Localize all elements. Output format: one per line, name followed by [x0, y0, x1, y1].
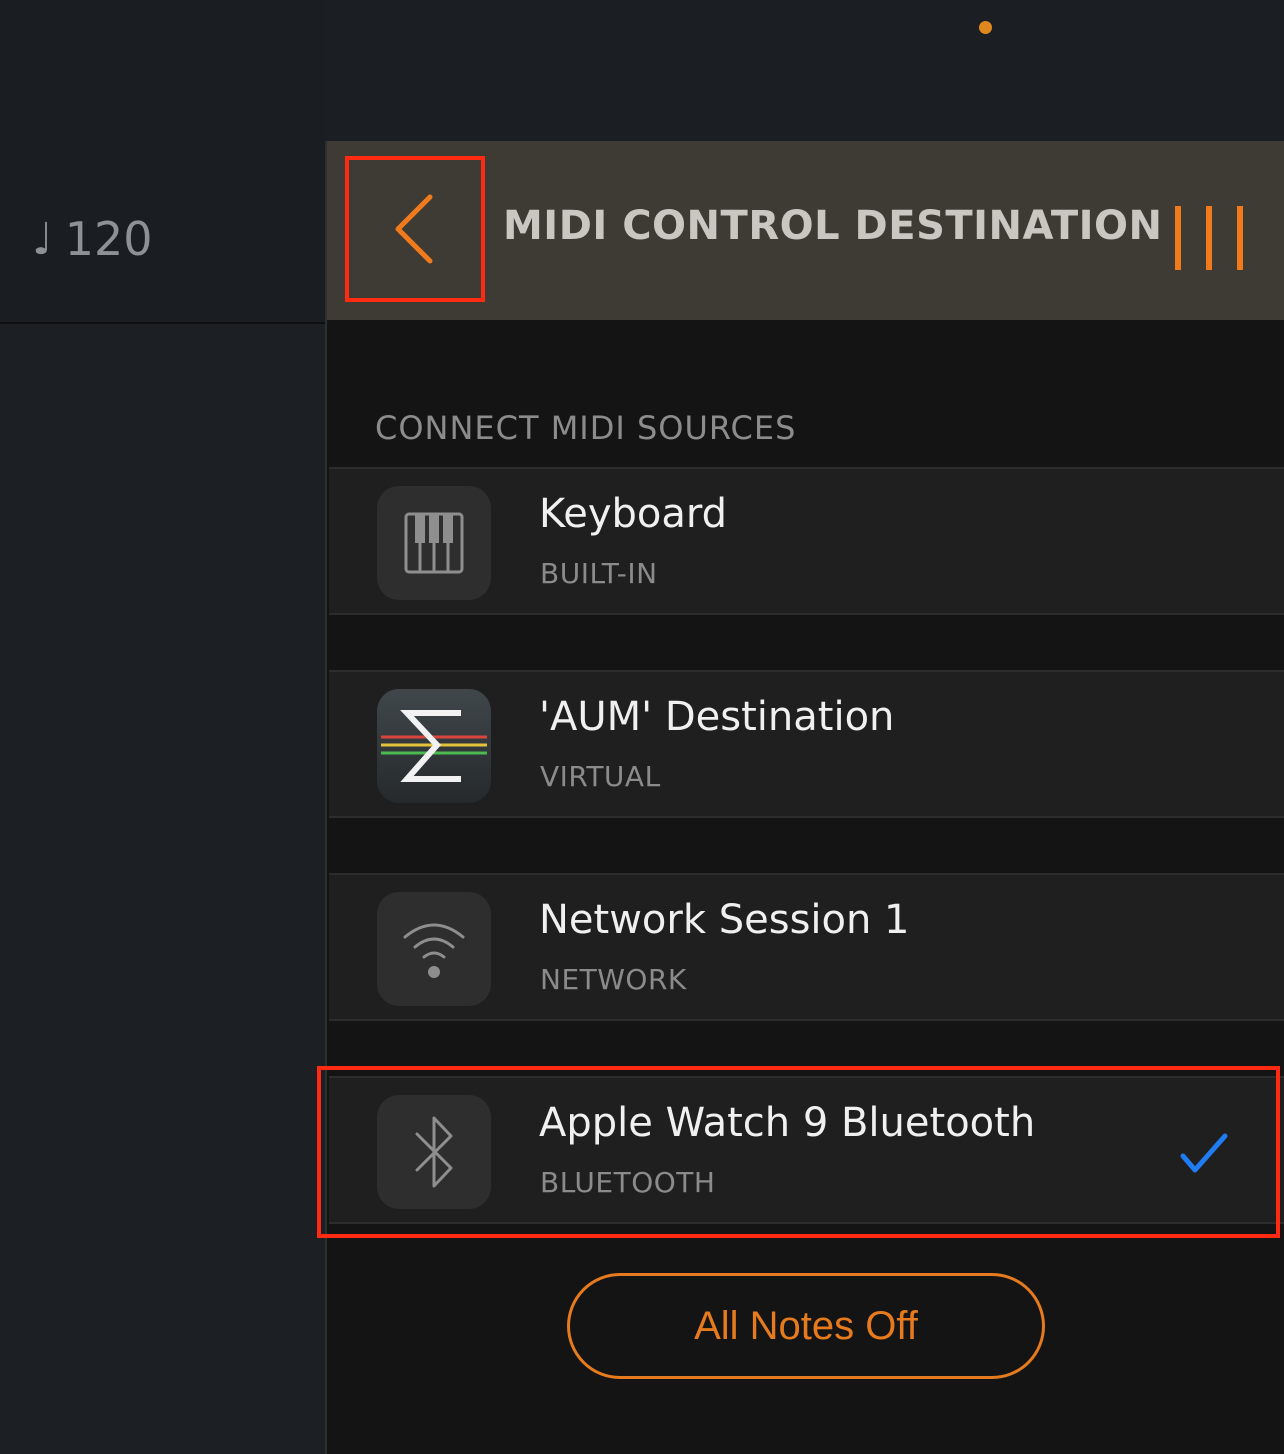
panel-header: MIDI CONTROL DESTINATION [327, 141, 1284, 320]
tempo-value: 120 [64, 212, 153, 266]
source-name: Apple Watch 9 Bluetooth [539, 1100, 1036, 1146]
screen: ♩ 120 MIDI CONTROL DESTINATION CONNECT M… [0, 0, 1284, 1454]
left-track-area [0, 324, 325, 1454]
source-type: BUILT-IN [540, 557, 658, 590]
bluetooth-icon [377, 1095, 491, 1209]
midi-source-aum-destination[interactable]: 'AUM' Destination VIRTUAL [329, 670, 1284, 818]
wifi-icon [377, 892, 491, 1006]
tempo-display[interactable]: ♩ 120 [32, 210, 153, 268]
aum-sigma-icon [377, 689, 491, 803]
midi-source-network-session[interactable]: Network Session 1 NETWORK [329, 873, 1284, 1021]
source-name: Keyboard [539, 491, 728, 537]
back-button[interactable] [345, 156, 485, 302]
source-type: BLUETOOTH [540, 1166, 716, 1199]
midi-source-apple-watch-bluetooth[interactable]: Apple Watch 9 Bluetooth BLUETOOTH [329, 1076, 1284, 1224]
midi-destination-panel: MIDI CONTROL DESTINATION CONNECT MIDI SO… [317, 141, 1284, 1454]
page-title: MIDI CONTROL DESTINATION [503, 203, 1163, 249]
transport-area: ♩ 120 [0, 0, 325, 324]
checkmark-icon [1180, 1133, 1228, 1173]
midi-source-keyboard[interactable]: Keyboard BUILT-IN [329, 467, 1284, 615]
source-name: Network Session 1 [539, 897, 910, 943]
chevron-left-icon [395, 194, 433, 264]
source-name: 'AUM' Destination [539, 694, 895, 740]
section-label: CONNECT MIDI SOURCES [375, 409, 797, 447]
quarter-note-icon: ♩ [32, 213, 53, 265]
source-type: VIRTUAL [540, 760, 661, 793]
status-indicator-dot [979, 21, 992, 34]
source-type: NETWORK [540, 963, 687, 996]
piano-keys-icon [377, 486, 491, 600]
all-notes-off-button[interactable]: All Notes Off [567, 1273, 1045, 1379]
level-meter-icon[interactable] [1173, 204, 1245, 272]
